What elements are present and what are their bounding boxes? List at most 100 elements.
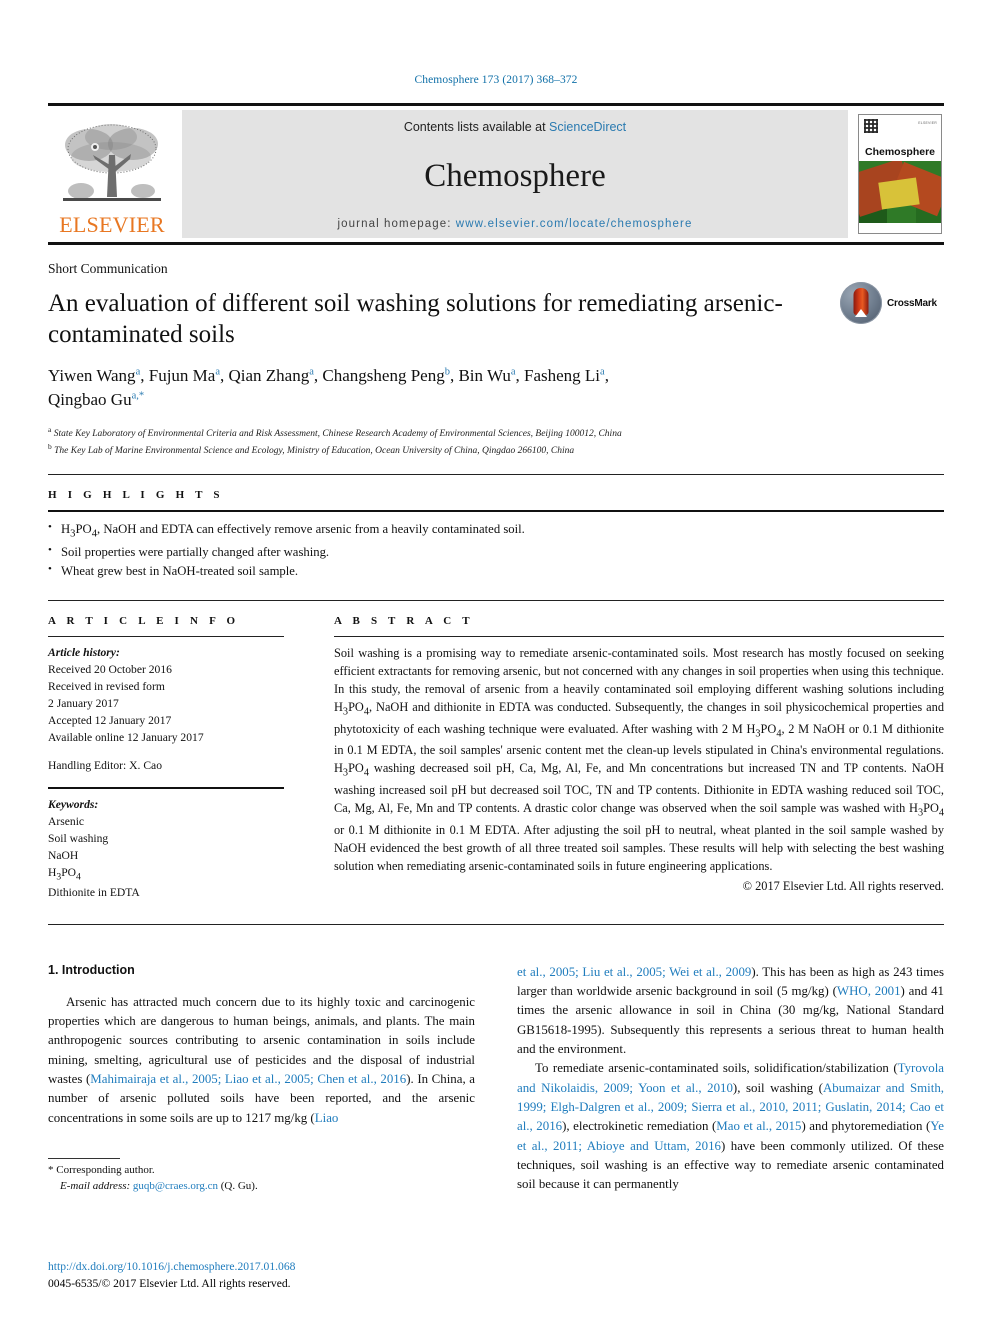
- author-name: Fasheng Li: [524, 366, 601, 385]
- citation-link[interactable]: Mahimairaja et al., 2005; Liao et al., 2…: [90, 1072, 406, 1086]
- section-heading-introduction: 1. Introduction: [48, 962, 135, 977]
- footnote-line-2: E-mail address: guqb@craes.org.cn (Q. Gu…: [48, 1179, 475, 1195]
- journal-homepage-line: journal homepage: www.elsevier.com/locat…: [182, 218, 848, 230]
- cover-footer-band: [859, 223, 941, 233]
- corresponding-author-mark[interactable]: ,*: [136, 390, 144, 401]
- author-name: Fujun Ma: [148, 366, 216, 385]
- author-affil-mark[interactable]: a: [309, 366, 314, 377]
- citation-link[interactable]: Mao et al., 2015: [716, 1119, 801, 1133]
- divider-before-abstract: [48, 599, 944, 601]
- author-name: Qingbao Gu: [48, 389, 132, 409]
- author-item: Qian Zhanga: [229, 366, 314, 385]
- intro-paragraph-left: Arsenic has attracted much concern due t…: [48, 993, 475, 1129]
- list-item: Wheat grew best in NaOH-treated soil sam…: [48, 561, 944, 581]
- divider-after-affiliations: [48, 474, 944, 476]
- article-info-label: A R T I C L E I N F O: [48, 614, 240, 627]
- contents-available-line: Contents lists available at ScienceDirec…: [182, 120, 848, 134]
- article-info-column: A R T I C L E I N F O Article history: R…: [48, 615, 324, 902]
- author-list: Yiwen Wanga, Fujun Maa, Qian Zhanga, Cha…: [48, 366, 609, 409]
- author-item: Qingbao Gua,*: [48, 390, 144, 409]
- citation-link[interactable]: WHO, 2001: [837, 984, 901, 998]
- title-block: CrossMark Short Communication An evaluat…: [48, 261, 944, 458]
- doi-link[interactable]: http://dx.doi.org/10.1016/j.chemosphere.…: [48, 1259, 548, 1276]
- author-item: Yiwen Wanga: [48, 366, 140, 385]
- crossmark-label: CrossMark: [887, 297, 937, 309]
- abstract-text: Soil washing is a promising way to remed…: [334, 645, 944, 873]
- author-item: Fasheng Lia: [524, 366, 605, 385]
- keywords-label: Keywords:: [48, 797, 99, 811]
- highlight-text-2: Wheat grew best in NaOH-treated soil sam…: [61, 564, 299, 579]
- divider-before-body: [48, 923, 944, 925]
- sciencedirect-link[interactable]: ScienceDirect: [549, 120, 626, 134]
- cover-journal-title: Chemosphere: [864, 146, 936, 158]
- cover-top: ELSEVIER Chemosphere: [859, 115, 941, 161]
- journal-masthead: ELSEVIER Contents lists available at Sci…: [48, 103, 944, 245]
- intro-right-b-1: ), soil washing (: [732, 1080, 823, 1095]
- elsevier-wordmark: ELSEVIER: [59, 212, 165, 237]
- body-right-column: et al., 2005; Liu et al., 2005; Wei et a…: [517, 963, 944, 1195]
- author-name: Bin Wu: [458, 366, 511, 385]
- affiliations: a State Key Laboratory of Environmental …: [48, 424, 944, 459]
- email-link[interactable]: guqb@craes.org.cn: [133, 1180, 218, 1192]
- received-date: Received 20 October 2016: [48, 662, 172, 676]
- author-affil-mark[interactable]: a: [136, 366, 141, 377]
- journal-cover-thumbnail: ELSEVIER Chemosphere: [858, 114, 942, 234]
- accepted-date: Accepted 12 January 2017: [48, 713, 172, 727]
- abstract-label: A B S T R A C T: [334, 614, 474, 627]
- homepage-prefix: journal homepage:: [337, 218, 456, 230]
- article-history: Article history: Received 20 October 201…: [48, 637, 324, 774]
- author-affil-mark[interactable]: b: [445, 366, 450, 377]
- intro-right-b-3: ) and phytoremediation (: [801, 1119, 931, 1134]
- abstract-copyright: © 2017 Elsevier Ltd. All rights reserved…: [742, 879, 944, 894]
- affiliation-mark-a: a: [48, 424, 52, 434]
- author-affil-mark[interactable]: a: [511, 366, 516, 377]
- revised-label: Received in revised form: [48, 679, 165, 693]
- highlights-list: H3PO4, NaOH and EDTA can effectively rem…: [48, 512, 944, 581]
- email-owner: (Q. Gu).: [220, 1179, 258, 1192]
- info-abstract-row: A R T I C L E I N F O Article history: R…: [48, 615, 944, 902]
- author-affil-mark[interactable]: a: [215, 366, 220, 377]
- intro-paragraph-right-a: et al., 2005; Liu et al., 2005; Wei et a…: [517, 963, 944, 1060]
- highlight-text-1: Soil properties were partially changed a…: [61, 545, 330, 560]
- intro-paragraph-right-b: To remediate arsenic-contaminated soils,…: [517, 1059, 944, 1195]
- keyword-item: H3PO4: [48, 865, 81, 883]
- author-item: Fujun Maa: [149, 366, 220, 385]
- highlight-text-0: H3PO4, NaOH and EDTA can effectively rem…: [61, 522, 525, 540]
- citation-link[interactable]: Liao: [315, 1111, 339, 1125]
- keyword-item: Soil washing: [48, 831, 109, 845]
- author-name: Qian Zhang: [228, 366, 310, 385]
- running-head: Chemosphere 173 (2017) 368–372: [414, 74, 578, 86]
- author-name: Changsheng Peng: [322, 366, 445, 385]
- body-left-column: 1. Introduction Arsenic has attracted mu…: [48, 963, 475, 1195]
- intro-right-b-pre: To remediate arsenic-contaminated soils,…: [535, 1061, 898, 1076]
- corresponding-author-text: Corresponding author.: [56, 1163, 155, 1176]
- author-affil-mark[interactable]: a: [600, 366, 605, 377]
- affiliation-a: a State Key Laboratory of Environmental …: [48, 424, 944, 441]
- affiliation-mark-b: b: [48, 442, 52, 451]
- author-item: Bin Wua: [458, 366, 515, 385]
- article-history-label: Article history:: [48, 645, 120, 659]
- crossmark-badge[interactable]: CrossMark: [840, 281, 944, 325]
- keyword-item: NaOH: [48, 848, 79, 862]
- footnote-line-1: * Corresponding author.: [48, 1163, 475, 1179]
- intro-right-b-2: ), electrokinetic remediation (: [562, 1119, 717, 1134]
- contents-prefix: Contents lists available at: [403, 120, 550, 134]
- citation-link[interactable]: et al., 2005; Liu et al., 2005; Wei et a…: [517, 965, 751, 979]
- elsevier-logo: ELSEVIER: [48, 110, 176, 238]
- footnote-star: *: [48, 1163, 54, 1176]
- affiliation-b: b The Key Lab of Marine Environmental Sc…: [48, 441, 944, 458]
- crossmark-icon: [840, 282, 882, 324]
- abstract-column: A B S T R A C T Soil washing is a promis…: [324, 615, 944, 902]
- paper-page: Chemosphere 173 (2017) 368–372 ELSEVIER …: [0, 0, 992, 1323]
- page-content: Chemosphere 173 (2017) 368–372 ELSEVIER …: [48, 0, 944, 1195]
- issn-copyright-line: 0045-6535/© 2017 Elsevier Ltd. All right…: [48, 1277, 291, 1291]
- handling-editor: Handling Editor: X. Cao: [48, 758, 162, 772]
- cover-artwork: [859, 161, 941, 223]
- homepage-url-link[interactable]: www.elsevier.com/locate/chemosphere: [456, 218, 693, 230]
- highlights-section: H I G H L I G H T S H3PO4, NaOH and EDTA…: [48, 489, 944, 581]
- corresponding-author-footnote: * Corresponding author. E-mail address: …: [48, 1157, 475, 1195]
- cover-publisher-mark: ELSEVIER: [918, 121, 937, 125]
- affiliation-a-text: State Key Laboratory of Environmental Cr…: [53, 428, 622, 439]
- page-title: An evaluation of different soil washing …: [48, 290, 783, 348]
- footnote-divider: [48, 1157, 120, 1159]
